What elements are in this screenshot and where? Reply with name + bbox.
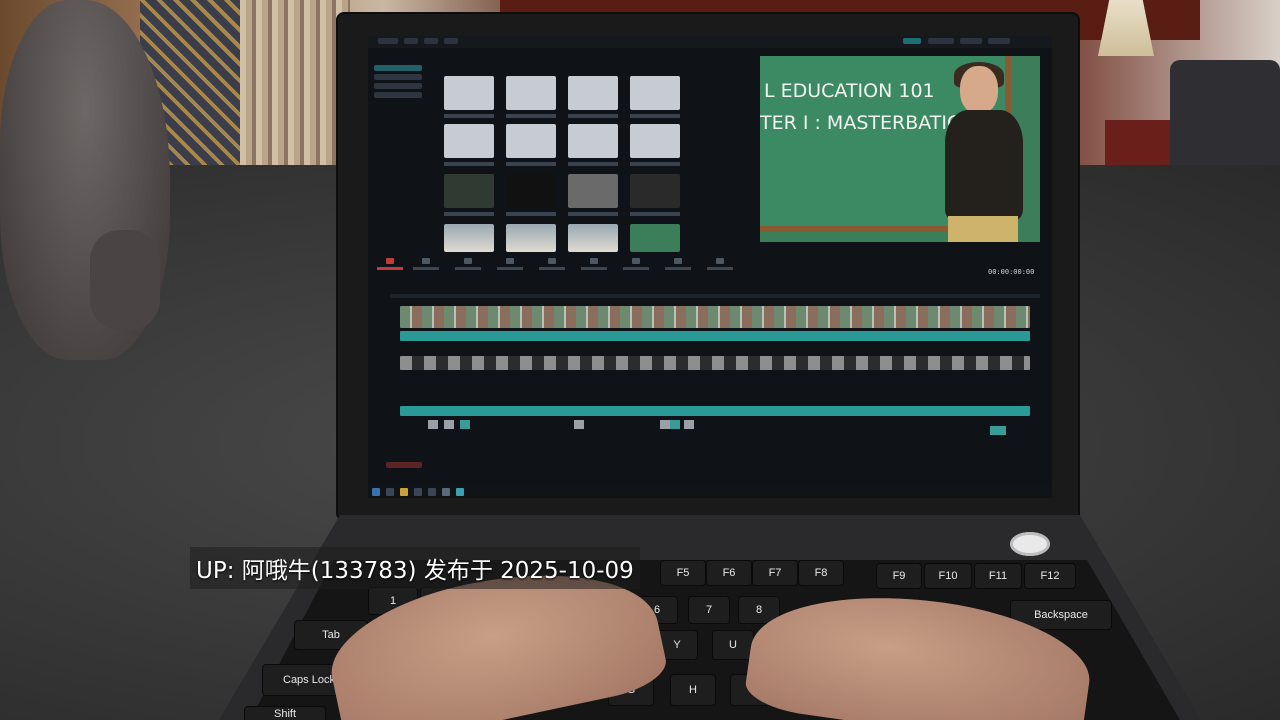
media-thumb[interactable] bbox=[506, 224, 556, 252]
media-thumb[interactable] bbox=[506, 174, 556, 208]
editor-menubar bbox=[368, 36, 1052, 48]
audio-clip[interactable] bbox=[670, 420, 680, 429]
media-thumb[interactable] bbox=[568, 124, 618, 158]
timecode: 00:00:00:00 bbox=[988, 268, 1035, 276]
media-thumb[interactable] bbox=[568, 174, 618, 208]
scene: L EDUCATION 101 TER I : MASTERBATION 00:… bbox=[0, 0, 1280, 720]
filmstrip-track[interactable] bbox=[400, 356, 1030, 370]
timeline bbox=[378, 286, 1050, 476]
toolbar-button[interactable] bbox=[410, 258, 442, 272]
media-thumb[interactable] bbox=[444, 124, 494, 158]
audio-clip[interactable] bbox=[574, 420, 584, 429]
media-tab[interactable] bbox=[374, 258, 406, 272]
media-thumb[interactable] bbox=[444, 224, 494, 252]
taskbar-icon[interactable] bbox=[442, 488, 450, 496]
media-thumb[interactable] bbox=[630, 76, 680, 110]
start-icon[interactable] bbox=[372, 488, 380, 496]
media-thumb[interactable] bbox=[630, 174, 680, 208]
editor-toolbar bbox=[368, 254, 1052, 276]
toolbar-button[interactable] bbox=[452, 258, 484, 272]
toolbar-button[interactable] bbox=[620, 258, 652, 272]
toolbar-button[interactable] bbox=[578, 258, 610, 272]
board-line-1: L EDUCATION 101 bbox=[764, 80, 935, 102]
media-thumb[interactable] bbox=[568, 224, 618, 252]
taskbar-icon[interactable] bbox=[386, 488, 394, 496]
taskbar-icon[interactable] bbox=[456, 488, 464, 496]
media-thumb[interactable] bbox=[630, 224, 680, 252]
video-preview: L EDUCATION 101 TER I : MASTERBATION bbox=[760, 56, 1040, 242]
taskbar-icon[interactable] bbox=[428, 488, 436, 496]
teacher-figure bbox=[940, 62, 1030, 242]
audio-clip[interactable] bbox=[660, 420, 670, 429]
taskbar-icon[interactable] bbox=[414, 488, 422, 496]
media-thumb[interactable] bbox=[444, 76, 494, 110]
media-grid bbox=[444, 76, 688, 256]
video-track[interactable] bbox=[400, 306, 1030, 328]
toolbar-button[interactable] bbox=[494, 258, 526, 272]
audio-clip[interactable] bbox=[460, 420, 470, 429]
project-panel bbox=[374, 62, 434, 132]
power-button[interactable] bbox=[1010, 532, 1050, 556]
key-shift[interactable]: Shift bbox=[244, 706, 326, 720]
laptop-screen: L EDUCATION 101 TER I : MASTERBATION 00:… bbox=[368, 36, 1052, 498]
uploader-caption: UP: 阿哦牛(133783) 发布于 2025-10-09 bbox=[190, 547, 640, 589]
creature-foot bbox=[90, 230, 160, 330]
folder-icon[interactable] bbox=[400, 488, 408, 496]
media-thumb[interactable] bbox=[630, 124, 680, 158]
teal-track-2[interactable] bbox=[400, 406, 1030, 416]
timeline-ruler bbox=[390, 294, 1040, 298]
toolbar-button[interactable] bbox=[662, 258, 694, 272]
media-thumb[interactable] bbox=[506, 124, 556, 158]
audio-clip[interactable] bbox=[444, 420, 454, 429]
add-track-button[interactable] bbox=[386, 462, 422, 468]
teal-track[interactable] bbox=[400, 331, 1030, 341]
export-button[interactable] bbox=[704, 258, 736, 272]
right-hand bbox=[742, 576, 1098, 720]
media-thumb[interactable] bbox=[444, 174, 494, 208]
os-taskbar bbox=[368, 486, 1052, 498]
toolbar-button[interactable] bbox=[536, 258, 568, 272]
audio-clip[interactable] bbox=[684, 420, 694, 429]
hands bbox=[319, 547, 1160, 720]
audio-clip[interactable] bbox=[990, 426, 1006, 435]
media-thumb[interactable] bbox=[568, 76, 618, 110]
media-thumb[interactable] bbox=[506, 76, 556, 110]
audio-clip[interactable] bbox=[428, 420, 438, 429]
